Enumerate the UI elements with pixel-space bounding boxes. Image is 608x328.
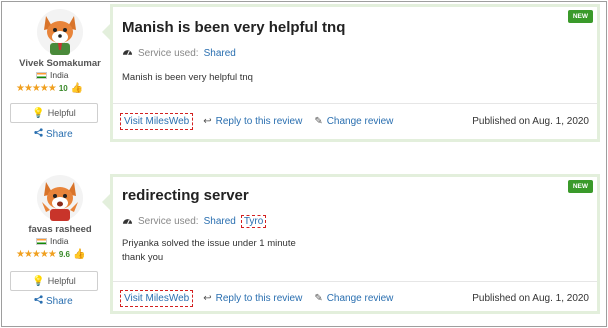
- star-rating-icon: ★★★★★: [16, 249, 57, 260]
- change-review-label: Change review: [326, 293, 394, 304]
- review-actions: Visit MilesWeb ↩ Reply to this review ✎ …: [120, 290, 589, 307]
- review-item: favas rasheed India ★★★★★ 9.6 👍 💡 Helpfu…: [0, 168, 606, 326]
- card-divider: [113, 103, 597, 104]
- star-rating-icon: ★★★★★: [16, 83, 57, 94]
- helpful-label: Helpful: [47, 108, 76, 118]
- share-label: Share: [46, 295, 73, 307]
- service-used: Service used: Shared: [122, 47, 236, 59]
- review-body: Manish is been very helpful tnq: [122, 71, 253, 85]
- fox-avatar-icon: [37, 9, 83, 55]
- reviewer-rating: ★★★★★ 9.6 👍: [16, 249, 85, 260]
- share-icon: [34, 128, 43, 140]
- country-label: India: [50, 236, 69, 246]
- edit-icon: ✎: [314, 116, 323, 127]
- published-date: Published on Aug. 1, 2020: [472, 293, 589, 304]
- gauge-icon: [122, 216, 133, 228]
- new-badge: NEW: [567, 10, 593, 23]
- edit-icon: ✎: [314, 293, 323, 304]
- new-badge: NEW: [567, 180, 593, 193]
- lightbulb-icon: 💡: [32, 107, 45, 119]
- review-body-line: Priyanka solved the issue under 1 minute: [122, 238, 296, 249]
- lightbulb-icon: 💡: [32, 275, 45, 287]
- change-review-link[interactable]: ✎ Change review: [314, 293, 393, 304]
- review-body: Priyanka solved the issue under 1 minute…: [122, 237, 296, 265]
- review-card: NEW redirecting server Service used: Sha…: [102, 174, 600, 314]
- service-link[interactable]: Shared: [204, 216, 236, 227]
- reviewer-name: favas rasheed: [28, 224, 92, 235]
- country-label: India: [50, 70, 69, 80]
- helpful-label: Helpful: [47, 276, 76, 286]
- reply-label: Reply to this review: [215, 116, 303, 127]
- visit-milesweb-link[interactable]: Visit MilesWeb: [120, 113, 194, 130]
- share-button[interactable]: Share: [34, 295, 73, 307]
- thumbs-up-icon: 👍: [70, 83, 84, 94]
- reviewer-score: 9.6: [58, 250, 70, 259]
- thumbs-up-icon: 👍: [72, 249, 86, 260]
- share-button[interactable]: Share: [34, 128, 73, 140]
- service-used: Service used: Shared Tyro: [122, 215, 267, 228]
- reviewer-score: 10: [58, 84, 68, 93]
- review-body-line: thank you: [122, 252, 164, 263]
- reviewer-country: India: [36, 236, 68, 246]
- india-flag-icon: [36, 237, 47, 245]
- reply-link[interactable]: ↩ Reply to this review: [203, 293, 302, 304]
- reviewer-rating: ★★★★★ 10 👍: [16, 83, 83, 94]
- reply-icon: ↩: [203, 293, 212, 304]
- gauge-icon: [122, 47, 133, 59]
- reviewer-country: India: [36, 70, 68, 80]
- india-flag-icon: [36, 71, 47, 79]
- plan-tag-link[interactable]: Tyro: [240, 215, 267, 228]
- change-review-label: Change review: [326, 116, 394, 127]
- visit-milesweb-link[interactable]: Visit MilesWeb: [120, 290, 194, 307]
- helpful-button[interactable]: 💡 Helpful: [10, 271, 98, 291]
- review-title: redirecting server: [122, 187, 249, 204]
- review-card: NEW Manish is been very helpful tnq Serv…: [102, 4, 600, 142]
- fox-avatar-icon: [37, 175, 83, 221]
- service-label: Service used:: [138, 216, 199, 227]
- review-item: Vivek Somakumar India ★★★★★ 10 👍 💡 Helpf…: [0, 0, 606, 160]
- published-date: Published on Aug. 1, 2020: [472, 116, 589, 127]
- review-actions: Visit MilesWeb ↩ Reply to this review ✎ …: [120, 113, 589, 130]
- review-body-line: Manish is been very helpful tnq: [122, 72, 253, 83]
- share-label: Share: [46, 128, 73, 140]
- helpful-button[interactable]: 💡 Helpful: [10, 103, 98, 123]
- card-divider: [113, 281, 597, 282]
- reply-link[interactable]: ↩ Reply to this review: [203, 116, 302, 127]
- reply-label: Reply to this review: [215, 293, 303, 304]
- service-label: Service used:: [138, 47, 199, 59]
- share-icon: [34, 295, 43, 307]
- review-title: Manish is been very helpful tnq: [122, 19, 346, 36]
- reviewer-name: Vivek Somakumar: [19, 58, 101, 69]
- change-review-link[interactable]: ✎ Change review: [314, 116, 393, 127]
- reply-icon: ↩: [203, 116, 212, 127]
- service-link[interactable]: Shared: [204, 48, 236, 59]
